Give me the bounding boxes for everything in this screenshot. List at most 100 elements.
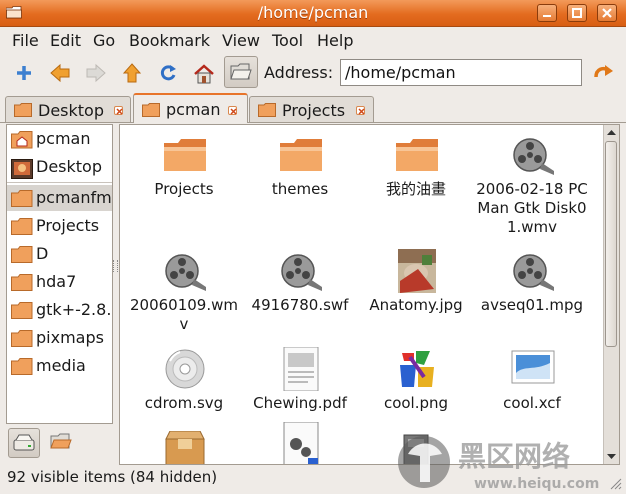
file-name: 4916780.swf bbox=[251, 296, 349, 314]
sidebar-item-d[interactable]: D bbox=[7, 241, 112, 267]
package-box-icon bbox=[165, 431, 205, 464]
home-button[interactable] bbox=[188, 58, 218, 88]
minimize-button[interactable] bbox=[537, 4, 557, 22]
open-folder-icon bbox=[230, 63, 252, 80]
tab-close-button[interactable] bbox=[228, 106, 237, 115]
pdf-document-icon bbox=[283, 347, 319, 391]
go-arrow-icon bbox=[594, 65, 613, 78]
file-name: cool.png bbox=[383, 394, 449, 412]
video-reel-icon bbox=[165, 254, 206, 291]
folder-icon bbox=[11, 302, 33, 319]
folder-icon bbox=[14, 103, 32, 117]
sidebar-item-label: hda7 bbox=[36, 272, 77, 291]
file-name: 我的油畫 bbox=[385, 180, 446, 198]
video-reel-icon bbox=[281, 254, 322, 291]
file-name: themes bbox=[271, 180, 329, 198]
menu-edit[interactable]: Edit bbox=[50, 31, 81, 50]
go-button[interactable] bbox=[588, 58, 618, 88]
back-button[interactable] bbox=[45, 58, 75, 88]
close-icon bbox=[602, 8, 612, 18]
sidebar-item-media[interactable]: media bbox=[7, 353, 112, 379]
site-watermark-logo: 黑区网络 www.heiqu.com bbox=[398, 436, 599, 492]
folder-icon bbox=[11, 358, 33, 375]
forward-button[interactable] bbox=[81, 58, 111, 88]
sidebar-item-label: Projects bbox=[36, 216, 100, 235]
image-png-icon bbox=[400, 351, 434, 387]
arrow-up-icon bbox=[122, 63, 142, 83]
folder-icon bbox=[164, 139, 206, 171]
maximize-button[interactable] bbox=[567, 4, 587, 22]
scrollbar-thumb[interactable] bbox=[605, 141, 617, 347]
sidebar-item-gtk[interactable]: gtk+-2.8. bbox=[7, 297, 112, 323]
sidebar-item-desktop[interactable]: Desktop bbox=[7, 154, 112, 180]
cdrom-icon bbox=[165, 349, 205, 389]
menu-help[interactable]: Help bbox=[317, 31, 353, 50]
title-bar[interactable]: /home/pcman bbox=[0, 0, 626, 27]
folder-icon bbox=[11, 190, 33, 207]
file-name: Projects bbox=[154, 180, 214, 198]
tab-pcman[interactable]: pcman bbox=[133, 93, 248, 123]
arrow-left-icon bbox=[50, 63, 70, 83]
file-name: cool.xcf bbox=[503, 394, 561, 412]
tab-desktop[interactable]: Desktop bbox=[5, 96, 131, 122]
tab-close-button[interactable] bbox=[356, 106, 365, 115]
tab-projects[interactable]: Projects bbox=[249, 96, 374, 122]
plus-icon bbox=[17, 66, 31, 80]
menu-file[interactable]: File bbox=[12, 31, 39, 50]
sidebar-item-label: pcmanfm bbox=[36, 188, 112, 207]
folder-icon bbox=[11, 330, 33, 347]
drive-icon bbox=[13, 434, 35, 451]
sidebar-item-label: D bbox=[36, 244, 49, 263]
file-name: 2006-02-18 PCMan Gtk Disk01.wmv bbox=[476, 180, 588, 236]
sidebar-item-pcmanfm[interactable]: pcmanfm bbox=[7, 185, 112, 211]
address-input[interactable] bbox=[340, 59, 582, 86]
sidebar-item-pixmaps[interactable]: pixmaps bbox=[7, 325, 112, 351]
home-icon bbox=[194, 64, 214, 84]
folder-icon bbox=[280, 139, 322, 171]
reload-button[interactable] bbox=[153, 58, 183, 88]
sidebar-item-label: media bbox=[36, 356, 86, 375]
folder-tree-icon bbox=[50, 433, 72, 449]
close-button[interactable] bbox=[597, 4, 617, 22]
maximize-icon bbox=[572, 8, 582, 18]
watermark-cn-text: 黑区网络 bbox=[458, 440, 570, 473]
xcf-image-icon bbox=[511, 350, 555, 384]
watermark-url-text: www.heiqu.com bbox=[474, 476, 599, 492]
close-icon bbox=[116, 108, 123, 115]
reload-icon bbox=[160, 65, 176, 81]
menu-bar: File Edit Go Bookmark View Tool Help bbox=[0, 28, 626, 52]
sidebar-item-label: pixmaps bbox=[36, 328, 104, 347]
close-icon bbox=[358, 108, 365, 115]
up-button[interactable] bbox=[117, 58, 147, 88]
folder-tree-view-button[interactable] bbox=[46, 428, 78, 458]
video-reel-icon bbox=[513, 138, 554, 175]
sidebar-separator bbox=[7, 182, 112, 183]
pane-resize-handle[interactable] bbox=[113, 260, 118, 272]
drive-view-button[interactable] bbox=[8, 428, 40, 458]
file-name: avseq01.mpg bbox=[480, 296, 584, 314]
new-tab-button[interactable] bbox=[9, 58, 39, 88]
file-icon-view[interactable]: Projects themes 我的油畫 2006-02-18 PCMan Gt… bbox=[119, 124, 620, 465]
scroll-up-arrow-icon[interactable] bbox=[605, 126, 618, 140]
video-reel-icon bbox=[513, 254, 554, 291]
folder-icon bbox=[258, 103, 276, 117]
menu-view[interactable]: View bbox=[222, 31, 260, 50]
sidebar-item-pcman[interactable]: pcman bbox=[7, 126, 112, 152]
desktop-icon bbox=[11, 159, 33, 179]
sidebar-item-hda7[interactable]: hda7 bbox=[7, 269, 112, 295]
sidebar-item-projects[interactable]: Projects bbox=[7, 213, 112, 239]
vertical-scrollbar[interactable] bbox=[603, 125, 619, 464]
file-name: Chewing.pdf bbox=[253, 394, 347, 412]
menu-tool[interactable]: Tool bbox=[272, 31, 303, 50]
side-pane[interactable]: pcman Desktop pcmanfm Projects D hda7 gt… bbox=[6, 124, 113, 424]
tab-bar: Desktop pcman Projects bbox=[0, 93, 626, 123]
open-folder-button[interactable] bbox=[224, 56, 258, 88]
tab-close-button[interactable] bbox=[114, 106, 123, 115]
menu-go[interactable]: Go bbox=[93, 31, 115, 50]
sidebar-item-label: gtk+-2.8. bbox=[36, 300, 112, 319]
tab-label: Projects bbox=[282, 101, 346, 120]
file-name: cdrom.svg bbox=[144, 394, 224, 412]
folder-icon bbox=[396, 139, 438, 171]
sidebar-item-label: pcman bbox=[36, 129, 91, 148]
menu-bookmark[interactable]: Bookmark bbox=[129, 31, 210, 50]
